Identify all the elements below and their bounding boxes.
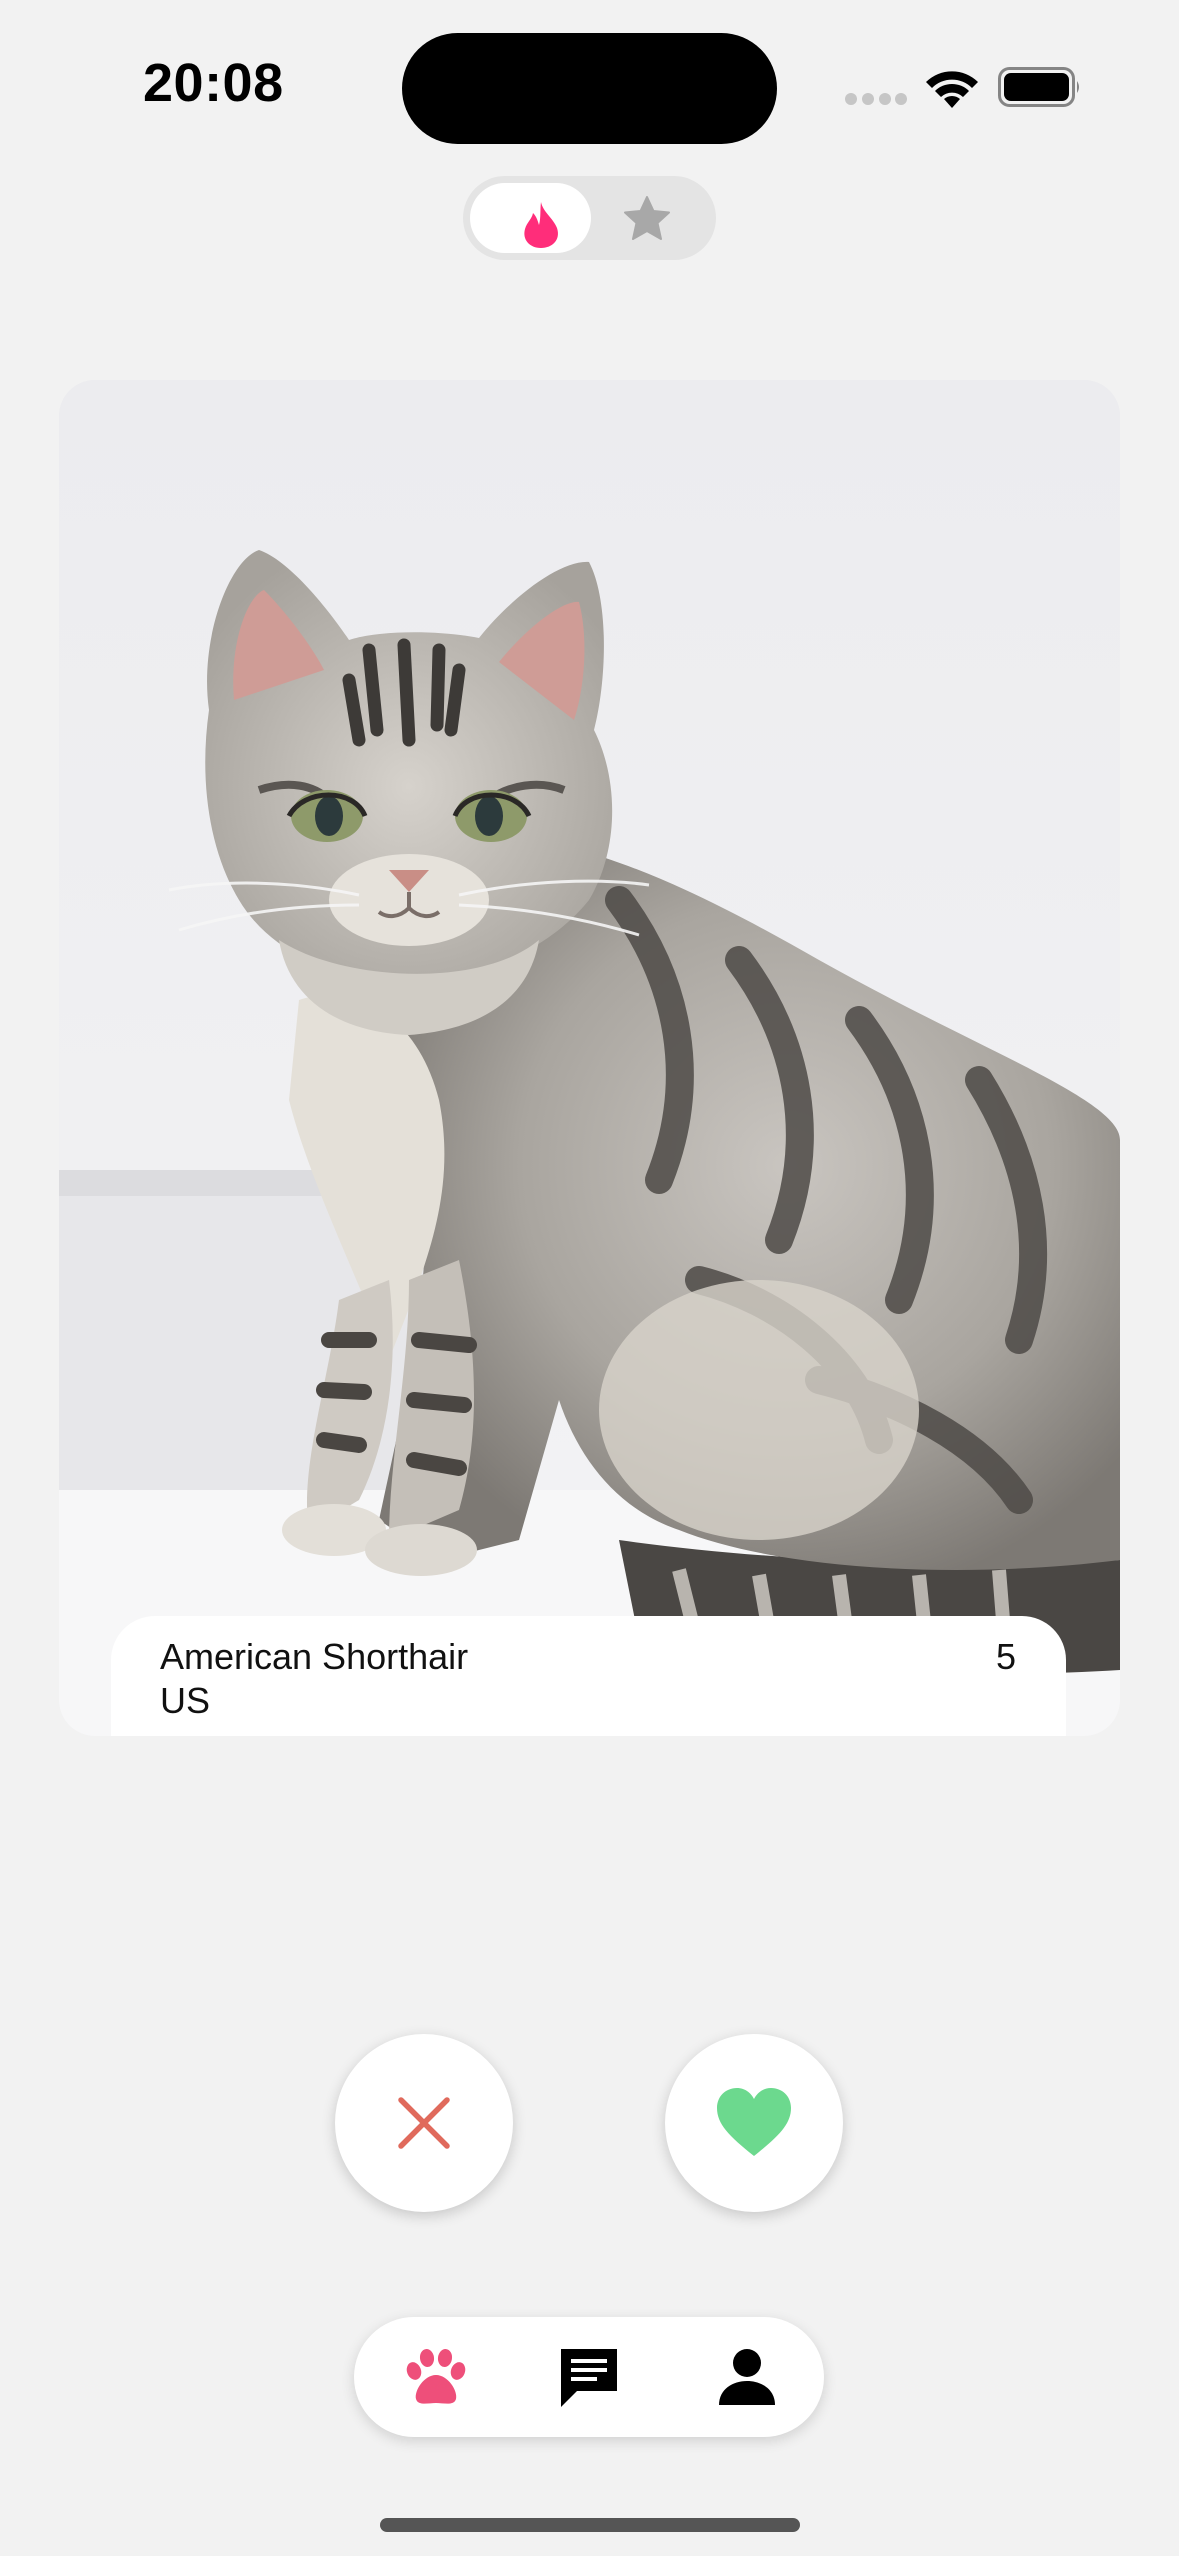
mode-toggle[interactable] bbox=[463, 176, 716, 260]
home-indicator[interactable] bbox=[380, 2518, 800, 2532]
status-time: 20:08 bbox=[143, 53, 284, 113]
cellular-signal-icon bbox=[845, 93, 907, 107]
tab-discover[interactable] bbox=[400, 2341, 472, 2413]
breed-age: 5 bbox=[995, 1636, 1016, 1677]
flame-icon bbox=[524, 202, 558, 248]
mode-option-discover[interactable] bbox=[470, 183, 591, 253]
star-icon[interactable] bbox=[624, 196, 670, 240]
breed-name: American Shorthair bbox=[160, 1636, 469, 1677]
dislike-button[interactable] bbox=[335, 2034, 513, 2212]
cat-photo bbox=[59, 380, 1120, 1736]
paw-icon bbox=[406, 2349, 466, 2404]
cat-card[interactable]: American Shorthair US 5 bbox=[59, 380, 1120, 1736]
breed-info-panel: American Shorthair US 5 bbox=[111, 1616, 1066, 1736]
profile-icon bbox=[719, 2349, 775, 2405]
wifi-icon bbox=[926, 71, 978, 108]
bottom-tab-bar bbox=[354, 2317, 824, 2437]
dynamic-island bbox=[402, 33, 777, 144]
battery-icon bbox=[998, 67, 1079, 107]
tab-messages[interactable] bbox=[553, 2341, 625, 2413]
breed-origin: US bbox=[160, 1680, 211, 1721]
tab-profile[interactable] bbox=[711, 2341, 783, 2413]
chat-icon bbox=[561, 2349, 617, 2407]
like-button[interactable] bbox=[665, 2034, 843, 2212]
close-icon bbox=[398, 2097, 450, 2149]
heart-icon bbox=[717, 2088, 791, 2156]
